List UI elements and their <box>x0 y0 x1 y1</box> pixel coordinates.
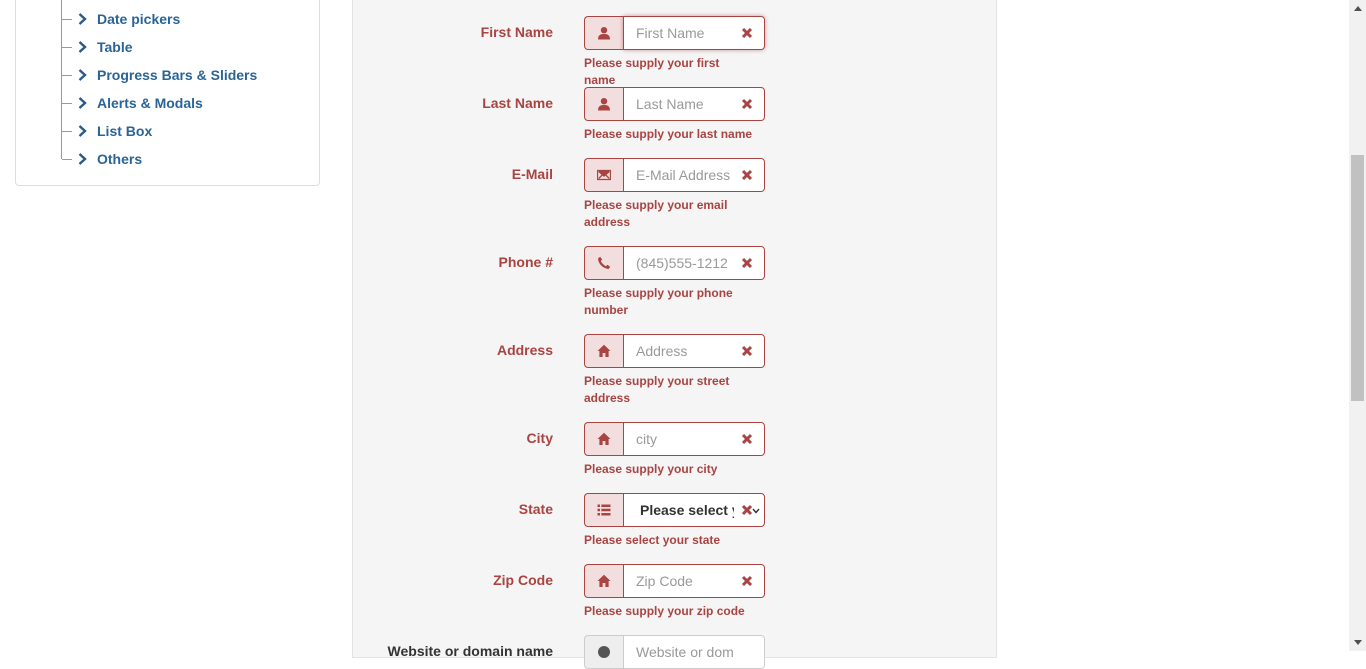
scroll-down-arrow-icon <box>1353 640 1362 645</box>
phone-icon <box>584 246 623 280</box>
last-name-input-group <box>584 87 765 121</box>
last-name-field <box>623 87 765 121</box>
website-field <box>623 635 765 669</box>
scrollbar-thumb[interactable] <box>1351 155 1364 401</box>
sidebar-item-label: Progress Bars & Sliders <box>97 67 258 83</box>
tree-branch <box>62 18 72 20</box>
email-input[interactable] <box>624 159 764 191</box>
sidebar-item-label: Others <box>97 151 143 167</box>
city-input-group <box>584 422 765 456</box>
chevron-right-icon <box>77 124 87 138</box>
home-icon <box>584 564 623 598</box>
website-input[interactable] <box>624 636 764 668</box>
first-name-error: Please supply your first name <box>584 56 720 87</box>
sidebar-item-others[interactable]: Others <box>62 148 142 170</box>
sidebar-item-date-pickers[interactable]: Date pickers <box>62 8 180 30</box>
address-error: Please supply your street address <box>584 374 730 405</box>
phone-input[interactable] <box>624 247 764 279</box>
tree-branch <box>62 46 72 48</box>
sidebar-item-progress-bars-sliders[interactable]: Progress Bars & Sliders <box>62 64 257 86</box>
tree-branch <box>62 158 72 160</box>
last-name-error: Please supply your last name <box>584 127 753 141</box>
sidebar-item-alerts-modals[interactable]: Alerts & Modals <box>62 92 203 114</box>
city-error: Please supply your city <box>584 462 718 476</box>
first-name-input-group <box>584 16 765 50</box>
chevron-right-icon <box>77 152 87 166</box>
state-input-group: Please select your state <box>584 493 765 527</box>
tree-branch <box>62 102 72 104</box>
chevron-right-icon <box>77 40 87 54</box>
sidebar-item-label: List Box <box>97 123 153 139</box>
city-label: City <box>526 430 553 446</box>
phone-field <box>623 246 765 280</box>
website-input-group <box>584 635 765 669</box>
state-field: Please select your state <box>623 493 765 527</box>
tree-branch <box>62 74 72 76</box>
chevron-right-icon <box>77 68 87 82</box>
sidebar-item-label: Alerts & Modals <box>97 95 203 111</box>
contact-form-panel: First Name Please supply your first name… <box>352 0 997 669</box>
home-icon <box>584 334 623 368</box>
email-label: E-Mail <box>511 166 553 182</box>
state-error: Please select your state <box>584 533 721 547</box>
address-input[interactable] <box>624 335 764 367</box>
zip-field <box>623 564 765 598</box>
scroll-down-button[interactable] <box>1349 634 1366 651</box>
city-input[interactable] <box>624 423 764 455</box>
list-icon <box>584 493 623 527</box>
envelope-icon <box>584 158 623 192</box>
page-scrollbar[interactable] <box>1349 0 1366 651</box>
chevron-right-icon <box>77 96 87 110</box>
last-name-input[interactable] <box>624 88 764 120</box>
user-icon <box>584 16 623 50</box>
first-name-input[interactable] <box>624 17 764 49</box>
email-error: Please supply your email address <box>584 198 728 229</box>
zip-input[interactable] <box>624 565 764 597</box>
phone-error: Please supply your phone number <box>584 286 733 317</box>
address-field <box>623 334 765 368</box>
sidebar-menu: Date pickers Table Progress Bars & Slide… <box>15 0 320 186</box>
state-select[interactable]: Please select your state <box>624 494 764 526</box>
chevron-right-icon <box>77 12 87 26</box>
address-label: Address <box>496 342 553 358</box>
zip-error: Please supply your zip code <box>584 604 745 618</box>
state-label: State <box>518 501 553 517</box>
sidebar-item-label: Table <box>97 39 133 55</box>
first-name-label: First Name <box>480 24 553 40</box>
last-name-label: Last Name <box>482 95 553 111</box>
first-name-field <box>623 16 765 50</box>
user-icon <box>584 87 623 121</box>
home-icon <box>584 422 623 456</box>
address-input-group <box>584 334 765 368</box>
sidebar-item-table[interactable]: Table <box>62 36 133 58</box>
email-input-group <box>584 158 765 192</box>
website-label: Website or domain name <box>387 643 553 659</box>
email-field <box>623 158 765 192</box>
scroll-up-button[interactable] <box>1349 0 1366 17</box>
sidebar-item-list-box[interactable]: List Box <box>62 120 152 142</box>
zip-input-group <box>584 564 765 598</box>
tree-branch <box>62 130 72 132</box>
phone-input-group <box>584 246 765 280</box>
globe-icon <box>584 635 623 669</box>
phone-label: Phone # <box>498 254 553 270</box>
city-field <box>623 422 765 456</box>
sidebar-item-label: Date pickers <box>97 11 181 27</box>
zip-label: Zip Code <box>493 572 553 588</box>
scroll-up-arrow-icon <box>1353 6 1362 11</box>
